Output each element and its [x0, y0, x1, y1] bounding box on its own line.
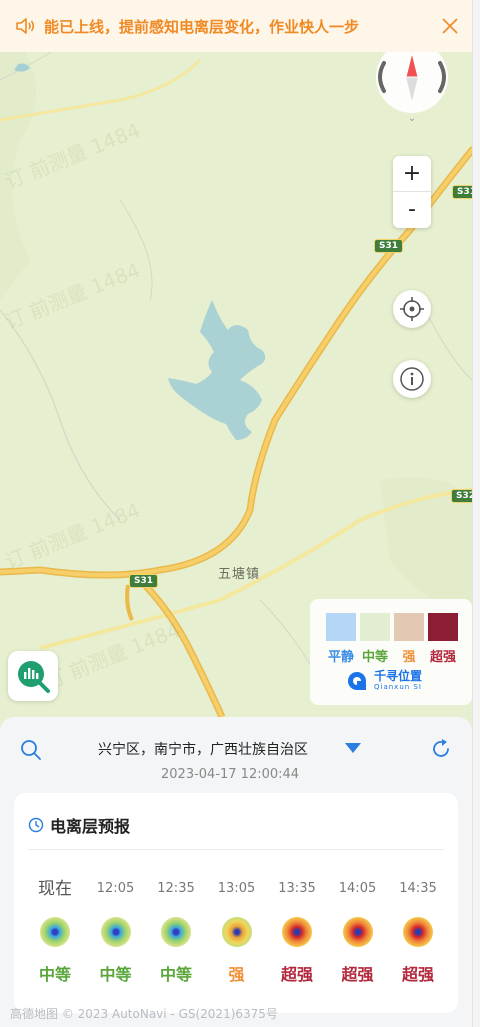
info-icon	[400, 367, 424, 391]
forecast-level: 超强	[401, 965, 434, 984]
ionosphere-heatmap-icon	[40, 917, 70, 947]
forecast-level: 超强	[341, 965, 374, 984]
forecast-time: 14:35	[399, 881, 437, 896]
legend-label: 中等	[361, 650, 389, 665]
forecast-column[interactable]: 13:35 超强	[268, 879, 326, 985]
forecast-title-text: 电离层预报	[50, 817, 131, 836]
brand-name-en: Qianxun SI	[374, 683, 422, 691]
map-attribution: 高德地图 © 2023 AutoNavi - GS(2021)6375号	[10, 1007, 278, 1021]
legend-swatch	[326, 613, 356, 641]
forecast-time: 13:35	[278, 881, 316, 896]
forecast-time: 12:35	[157, 881, 195, 896]
brand-name-cn: 千寻位置	[374, 669, 423, 683]
scrollbar[interactable]	[472, 0, 480, 1027]
locate-button[interactable]	[393, 290, 431, 328]
signal-search-icon	[18, 661, 50, 693]
road-shield: S31	[129, 574, 159, 588]
forecast-time: 13:05	[217, 881, 256, 896]
search-icon[interactable]	[20, 739, 42, 761]
forecast-column[interactable]: 13:05 强	[208, 879, 266, 985]
ionosphere-heatmap-icon	[282, 917, 312, 947]
forecast-column[interactable]: 14:05 超强	[329, 879, 387, 985]
forecast-time: 14:05	[338, 881, 377, 896]
notice-text: 能已上线，提前感知电离层变化，作业快人一步	[44, 17, 360, 36]
ionosphere-heatmap-icon	[161, 917, 191, 947]
forecast-level: 超强	[280, 965, 313, 984]
legend-swatch	[360, 613, 390, 641]
forecast-column[interactable]: 12:35 中等	[147, 879, 205, 985]
legend-label: 平静	[327, 650, 355, 665]
forecast-level: 中等	[159, 965, 192, 984]
legend-swatch	[394, 613, 424, 641]
dropdown-arrow-icon[interactable]	[344, 742, 362, 754]
forecast-level: 中等	[38, 965, 71, 984]
ionosphere-heatmap-icon	[403, 917, 433, 947]
ionosphere-heatmap-icon	[342, 917, 373, 947]
forecast-column[interactable]: 现在 中等	[26, 879, 84, 985]
forecast-column[interactable]: 14:35 超强	[389, 879, 447, 985]
location-name[interactable]: 兴宁区，南宁市，广西壮族自治区	[98, 739, 308, 759]
ionosphere-heatmap-icon	[100, 917, 131, 947]
compass-chevron: ⌄	[408, 113, 416, 124]
speaker-icon	[16, 18, 35, 34]
forecast-title: 电离层预报	[28, 813, 130, 837]
forecast-level: 中等	[99, 965, 132, 984]
road-shield: S31	[374, 239, 404, 253]
notice-banner[interactable]: 能已上线，提前感知电离层变化，作业快人一步	[0, 0, 472, 52]
zoom-out-button[interactable]: -	[393, 192, 431, 228]
forecast-card: 电离层预报 现在 中等 12:05 中等 12:35 中等 13:05 强 13:35 超强 14:…	[14, 793, 458, 1013]
town-label: 五塘镇	[218, 567, 261, 582]
forecast-time: 12:05	[96, 881, 135, 896]
ionosphere-heatmap-icon	[221, 917, 252, 947]
compass-icon[interactable]: ⌄	[362, 41, 462, 127]
close-icon[interactable]	[440, 16, 460, 36]
location-datetime: 2023-04-17 12:00:44	[161, 767, 300, 782]
refresh-icon[interactable]	[430, 738, 452, 760]
forecast-panel: 兴宁区，南宁市，广西壮族自治区 2023-04-17 12:00:44 电离层预…	[0, 717, 472, 1027]
legend-label: 超强	[429, 650, 457, 665]
qianxun-logo-icon	[348, 672, 366, 690]
divider	[28, 849, 444, 850]
zoom-control: + -	[393, 156, 431, 228]
legend-swatch	[428, 613, 458, 641]
crosshair-icon	[400, 297, 424, 321]
brand-logo: 千寻位置 Qianxun SI	[346, 670, 422, 692]
ionosphere-legend: 平静 中等强超强 千寻位置 Qianxun SI	[310, 599, 472, 705]
info-button[interactable]	[393, 360, 431, 398]
legend-label: 强	[402, 650, 416, 665]
forecast-time: 现在	[38, 879, 72, 899]
forecast-column[interactable]: 12:05 中等	[87, 879, 145, 985]
ionosphere-layer-button[interactable]	[8, 651, 58, 701]
forecast-level: 强	[228, 965, 245, 984]
clock-icon	[28, 817, 44, 833]
zoom-in-button[interactable]: +	[393, 156, 431, 192]
